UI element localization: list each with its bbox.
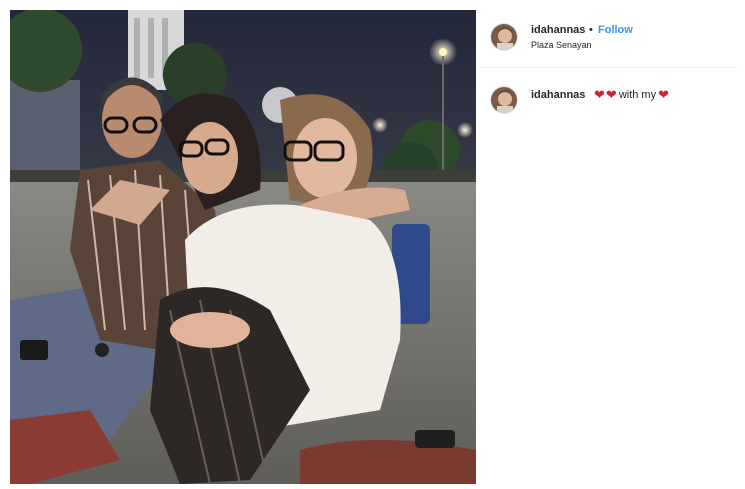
post-photo[interactable]: [10, 10, 476, 484]
heart-icon: ❤: [594, 87, 605, 102]
heart-icon: ❤: [658, 87, 669, 102]
caption-comment: idahannas ❤ ❤ with my ❤: [478, 86, 738, 126]
heart-icon: ❤: [605, 87, 617, 102]
profile-photo-icon: [491, 87, 517, 113]
follow-button[interactable]: Follow: [598, 24, 633, 36]
separator-dot: •: [589, 24, 593, 36]
caption-username-link[interactable]: idahannas: [531, 89, 585, 101]
username-link[interactable]: idahannas: [531, 24, 585, 36]
profile-photo-icon: [491, 24, 517, 50]
photo-illustration: [10, 10, 476, 484]
post-sidebar: idahannas • Follow Plaza Senayan idahann…: [478, 10, 738, 484]
avatar[interactable]: [490, 23, 518, 51]
post-header: idahannas • Follow Plaza Senayan: [478, 10, 738, 68]
caption-text: ❤ ❤ with my ❤: [594, 88, 669, 101]
caption-body: with my: [618, 88, 657, 101]
instagram-post: idahannas • Follow Plaza Senayan idahann…: [0, 0, 745, 489]
avatar[interactable]: [490, 86, 518, 114]
location-link[interactable]: Plaza Senayan: [531, 40, 592, 50]
